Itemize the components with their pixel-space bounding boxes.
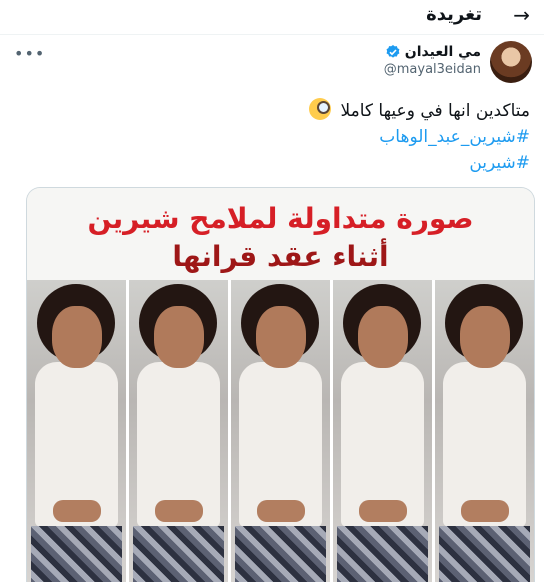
page-title: تغريدة — [426, 4, 482, 25]
author-display-name[interactable]: مي العيدان — [405, 44, 481, 60]
tweet-media-image[interactable]: صورة متداولة لملامح شيرين أثناء عقد قران… — [26, 187, 535, 582]
photo-frame — [27, 280, 126, 582]
photo-frames — [27, 280, 534, 582]
tweet-text: متاكدين انها في وعيها كاملا #شيرين_عبد_ا… — [30, 98, 530, 176]
author-handle[interactable]: @mayal3eidan — [384, 62, 481, 77]
photo-frame — [435, 280, 534, 582]
photo-frame — [129, 280, 228, 582]
tweet-body-text: متاكدين انها في وعيها كاملا — [340, 101, 530, 121]
hashtag-link[interactable]: #شيرين_عبد_الوهاب — [30, 124, 530, 150]
photo-frame — [231, 280, 330, 582]
tweet-body: متاكدين انها في وعيها كاملا — [30, 98, 530, 124]
face-with-monocle-icon — [309, 98, 332, 120]
avatar[interactable] — [490, 41, 532, 83]
arrow-left-icon[interactable]: → — [513, 4, 530, 26]
media-caption-area: صورة متداولة لملامح شيرين أثناء عقد قران… — [27, 188, 534, 280]
media-caption-line-1: صورة متداولة لملامح شيرين — [87, 202, 474, 235]
verified-badge-icon — [386, 45, 400, 58]
media-caption-line-2: أثناء عقد قرانها — [172, 240, 389, 273]
top-bar: → تغريدة — [0, 0, 544, 35]
more-horizontal-icon[interactable]: ••• — [14, 44, 45, 63]
author-name-row[interactable]: مي العيدان — [385, 44, 481, 60]
hashtag-link[interactable]: #شيرين — [30, 150, 530, 176]
photo-frame — [333, 280, 432, 582]
